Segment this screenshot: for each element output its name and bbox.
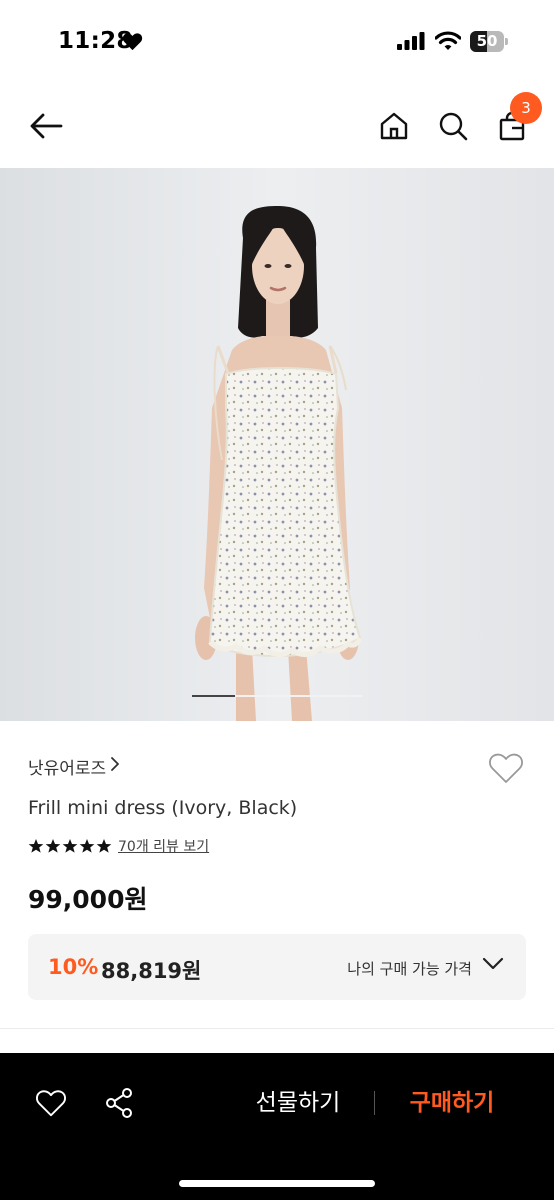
battery-level: 50 xyxy=(476,32,498,50)
top-nav xyxy=(0,84,554,168)
battery-icon: 50 xyxy=(470,31,508,52)
review-link[interactable]: 70개 리뷰 보기 xyxy=(118,836,209,856)
product-price: 99,000원 xyxy=(28,885,148,914)
star-icon xyxy=(62,839,78,853)
bar-separator xyxy=(374,1091,375,1115)
heart-outline-icon xyxy=(489,753,523,783)
star-icon xyxy=(79,839,95,853)
my-price-dropdown[interactable]: 10% 88,819원 나의 구매 가능 가격 xyxy=(28,934,526,1000)
rating-row: 70개 리뷰 보기 xyxy=(28,836,209,856)
product-title: Frill mini dress (Ivory, Black) xyxy=(28,797,298,819)
wishlist-button[interactable] xyxy=(29,1081,73,1125)
image-carousel-progress xyxy=(192,695,235,697)
star-icon xyxy=(96,839,112,853)
heart-outline-icon xyxy=(36,1090,66,1117)
back-arrow-icon xyxy=(30,113,63,139)
like-button[interactable] xyxy=(484,746,528,790)
image-carousel-indicator xyxy=(192,695,362,697)
section-divider xyxy=(0,1028,554,1029)
home-icon xyxy=(380,112,408,140)
share-button[interactable] xyxy=(97,1081,141,1125)
back-button[interactable] xyxy=(24,104,68,148)
signal-icon xyxy=(397,32,425,55)
wifi-icon xyxy=(434,31,462,56)
my-price-label: 나의 구매 가능 가격 xyxy=(347,960,472,978)
status-bar: 11:28 50 xyxy=(0,0,554,84)
share-icon xyxy=(106,1088,132,1118)
cart-count-badge: 3 xyxy=(510,92,542,124)
star-icon xyxy=(45,839,61,853)
home-button[interactable] xyxy=(372,104,416,148)
discount-rate: 10% xyxy=(48,955,99,979)
brand-name: 낫유어로즈 xyxy=(28,759,107,779)
product-image[interactable] xyxy=(0,168,554,721)
bottom-action-bar: 선물하기 구매하기 xyxy=(0,1053,554,1200)
brand-link[interactable]: 낫유어로즈 xyxy=(28,754,120,779)
search-icon xyxy=(439,112,468,141)
discounted-price: 88,819원 xyxy=(101,959,202,983)
rating-stars xyxy=(28,838,112,854)
star-icon xyxy=(28,839,44,853)
gift-button[interactable]: 선물하기 xyxy=(232,1081,364,1125)
chevron-down-icon xyxy=(482,957,504,976)
product-photo-illustration xyxy=(0,168,554,721)
heart-icon xyxy=(122,32,143,56)
search-button[interactable] xyxy=(431,104,475,148)
buy-button[interactable]: 구매하기 xyxy=(386,1081,518,1125)
home-indicator[interactable] xyxy=(179,1180,375,1187)
chevron-right-icon xyxy=(110,756,120,777)
